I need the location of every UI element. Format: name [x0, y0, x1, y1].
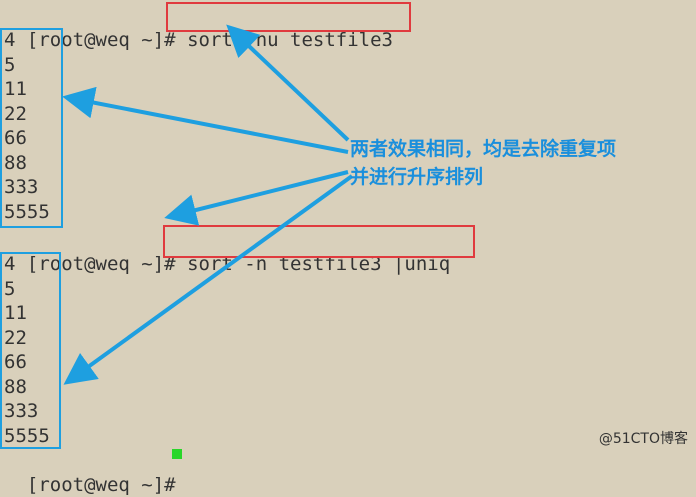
command-highlight-box-2 [163, 225, 475, 258]
annotation-text: 两者效果相同，均是去除重复项 并进行升序排列 [350, 135, 616, 191]
annotation-line-1: 两者效果相同，均是去除重复项 [350, 138, 617, 160]
arrow-to-command-2 [164, 170, 349, 226]
watermark: @51CTO博客 [598, 431, 688, 447]
terminal-cursor [172, 449, 182, 459]
shell-prompt: [root@weq ~]# [26, 473, 176, 496]
arrow-to-output-2 [63, 174, 354, 385]
arrow-to-output-1 [62, 86, 349, 154]
output-highlight-box-1 [0, 28, 63, 228]
annotation-line-2: 并进行升序排列 [350, 166, 484, 188]
output-highlight-box-2 [0, 252, 61, 449]
terminal-line-prompt-last: [root@weq ~]# [4, 448, 176, 496]
command-highlight-box-1 [166, 2, 411, 32]
